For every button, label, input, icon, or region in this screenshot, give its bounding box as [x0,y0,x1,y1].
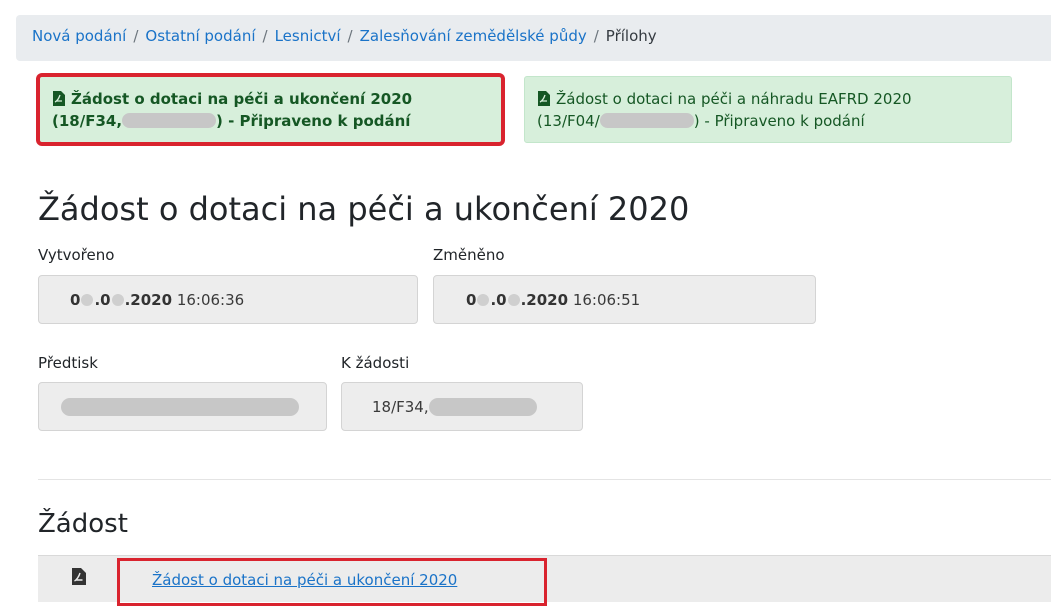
breadcrumb-separator: / [593,27,599,45]
changed-date-end: .2020 [520,291,569,309]
pdf-icon [72,568,86,585]
redacted-dot [477,294,490,306]
application-tile-pece-nahradu[interactable]: Žádost o dotaci na péči a náhradu EAFRD … [524,76,1012,143]
document-download-link[interactable]: Žádost o dotaci na péči a ukončení 2020 [117,558,547,606]
tile-title-line: Žádost o dotaci na péči a náhradu EAFRD … [537,88,1011,110]
application-tile-pece-ukonceni[interactable]: Žádost o dotaci na péči a ukončení 2020 … [39,76,502,143]
predtisk-label: Předtisk [38,354,98,372]
pdf-icon [53,91,65,106]
breadcrumb-separator: / [262,27,268,45]
section-divider [38,479,1051,480]
tile-status-line: (18/F34, ) - Připraveno k podání [52,110,501,132]
section-title: Žádost [38,509,128,539]
created-date-start: 0 [70,291,81,309]
created-time: 16:06:36 [176,291,245,309]
created-field: 0 .0 .2020 16:06:36 [38,275,418,324]
tile-status-line: (13/F04/ ) - Připraveno k podání [537,110,1011,132]
breadcrumb-link-nova-podani[interactable]: Nová podání [32,27,126,45]
redacted-dot [81,294,94,306]
breadcrumb-link-lesnictvi[interactable]: Lesnictví [275,27,341,45]
tile-status: ) - Připraveno k podání [216,112,411,130]
page-title: Žádost o dotaci na péči a ukončení 2020 [38,190,690,228]
k-zadosti-field: 18/F34, [341,382,583,431]
changed-label: Změněno [433,246,505,264]
tile-title: Žádost o dotaci na péči a náhradu EAFRD … [556,90,912,108]
breadcrumb-link-ostatni-podani[interactable]: Ostatní podání [145,27,255,45]
pdf-icon [538,91,550,106]
predtisk-field [38,382,327,431]
changed-date-mid: .0 [490,291,507,309]
tile-code-prefix: (13/F04/ [537,112,600,130]
changed-field: 0 .0 .2020 16:06:51 [433,275,816,324]
breadcrumb-separator: / [133,27,139,45]
k-zadosti-value: 18/F34, [372,398,429,416]
tile-status: ) - Připraveno k podání [693,112,865,130]
redacted-block [122,113,217,128]
breadcrumb-separator: / [347,27,353,45]
changed-time: 16:06:51 [572,291,641,309]
breadcrumb-link-zalesnovani[interactable]: Zalesňování zemědělské půdy [360,27,587,45]
redacted-dot [111,294,124,306]
created-date-mid: .0 [94,291,111,309]
redacted-block [599,113,694,128]
redacted-dot [507,294,520,306]
k-zadosti-label: K žádosti [341,354,410,372]
redacted-block [61,398,299,416]
changed-date-start: 0 [466,291,477,309]
tile-title: Žádost o dotaci na péči a ukončení 2020 [71,90,413,108]
breadcrumb: Nová podání / Ostatní podání / Lesnictví / Zal… [16,15,1051,61]
created-label: Vytvořeno [38,246,115,264]
tile-code-prefix: (18/F34, [52,112,123,130]
tile-title-line: Žádost o dotaci na péči a ukončení 2020 [52,88,501,110]
created-date-end: .2020 [124,291,173,309]
breadcrumb-current: Přílohy [605,27,657,45]
redacted-block [428,398,537,416]
